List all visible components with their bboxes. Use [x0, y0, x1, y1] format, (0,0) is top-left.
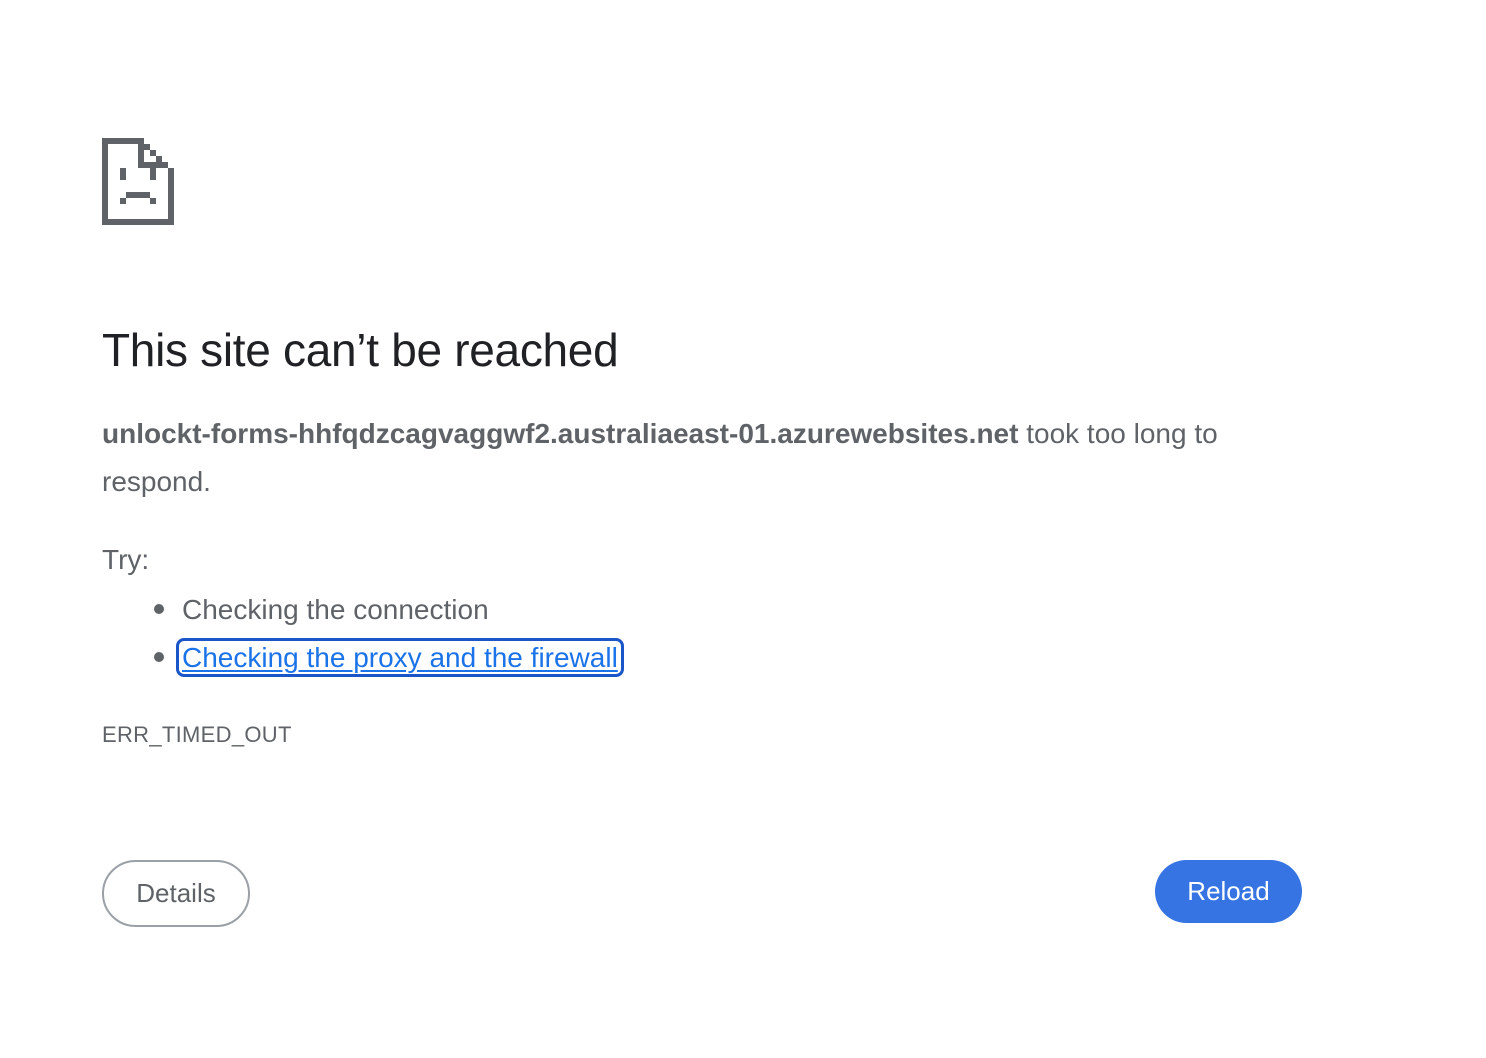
proxy-firewall-link[interactable]: Checking the proxy and the firewall: [176, 638, 624, 677]
details-button[interactable]: Details: [102, 860, 250, 927]
error-page: This site can’t be reached unlockt-forms…: [0, 0, 1486, 1058]
bullet-icon: [154, 604, 164, 614]
bullet-icon: [154, 652, 164, 662]
suggestions-list: Checking the connection Checking the pro…: [102, 586, 624, 682]
page-title: This site can’t be reached: [102, 324, 619, 376]
error-code: ERR_TIMED_OUT: [102, 722, 292, 747]
try-label: Try:: [102, 544, 150, 575]
error-summary: unlockt-forms-hhfqdzcagvaggwf2.australia…: [102, 410, 1302, 506]
reload-button[interactable]: Reload: [1155, 860, 1302, 923]
host-name: unlockt-forms-hhfqdzcagvaggwf2.australia…: [102, 418, 1019, 449]
sad-page-icon: [102, 138, 174, 225]
suggestion-item: Checking the connection: [102, 586, 620, 634]
suggestion-item: Checking the proxy and the firewall: [102, 634, 624, 682]
suggestion-check-connection: Checking the connection: [182, 594, 489, 625]
